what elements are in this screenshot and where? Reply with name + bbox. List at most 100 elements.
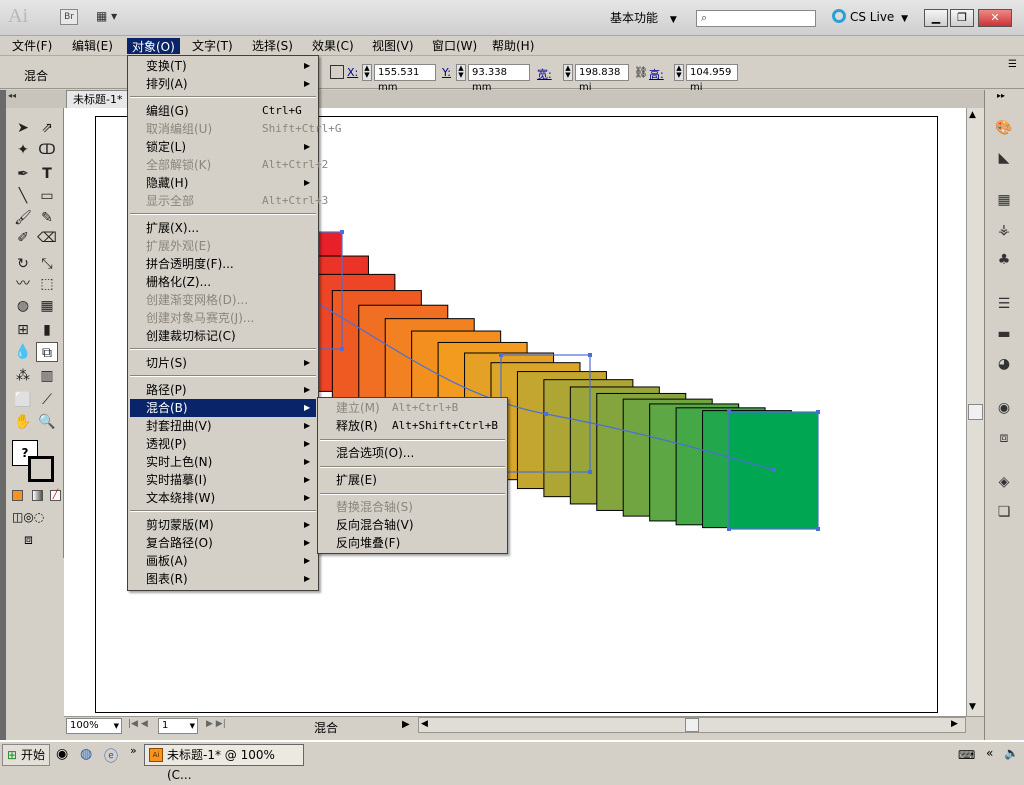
x-spinner[interactable]: ▲ ▼: [362, 64, 372, 81]
blend-menu-item[interactable]: 建立(M) Alt+Ctrl+B: [320, 399, 505, 417]
blend-menu-item[interactable]: 反向混合轴(V): [320, 516, 505, 534]
object-menu-item[interactable]: 图表(R) ▶: [130, 570, 316, 588]
panel-menu-icon[interactable]: ☰: [1008, 59, 1017, 70]
object-menu-item[interactable]: 栅格化(Z)...: [130, 273, 316, 291]
vertical-scroll-thumb[interactable]: [968, 404, 983, 420]
width-spinner[interactable]: ▲ ▼: [563, 64, 573, 81]
zoom-select[interactable]: 100% ▼: [66, 718, 122, 734]
width-field[interactable]: 198.838 mi: [575, 64, 629, 93]
spine-anchor-point[interactable]: [772, 468, 776, 472]
object-menu-item[interactable]: 编组(G) Ctrl+G: [130, 102, 316, 120]
spine-anchor-point[interactable]: [544, 412, 548, 416]
scale-tool-icon[interactable]: ⤡: [36, 254, 58, 274]
object-menu-item[interactable]: 全部解锁(K) Alt+Ctrl+2: [130, 156, 328, 174]
height-field[interactable]: 104.959 mi: [686, 64, 738, 93]
magic-wand-tool-icon[interactable]: ✦: [12, 140, 34, 160]
object-menu-item[interactable]: 扩展(X)...: [130, 219, 316, 237]
perspective-grid-tool-icon[interactable]: ▦: [36, 296, 58, 316]
document-tab[interactable]: 未标题-1*: [66, 90, 130, 108]
close-button[interactable]: ✕: [978, 9, 1012, 27]
keyboard-icon[interactable]: ⌨: [958, 748, 975, 762]
graphic-styles-icon[interactable]: ⧈: [993, 430, 1015, 448]
object-menu-item[interactable]: 取消编组(U) Shift+Ctrl+G: [130, 120, 341, 138]
transparency-panel-icon[interactable]: ◕: [993, 356, 1015, 374]
search-input[interactable]: ⌕: [696, 10, 816, 27]
reference-point-icon[interactable]: [330, 65, 344, 79]
blend-tool-icon[interactable]: ⧉: [36, 342, 58, 362]
qq-icon[interactable]: ◍: [80, 746, 92, 762]
tray-expand-icon[interactable]: «: [986, 746, 993, 760]
menu-help[interactable]: 帮助(H): [488, 38, 538, 54]
gradient-panel-icon[interactable]: ▬: [993, 326, 1015, 344]
collapse-panel-icon[interactable]: ◂◂: [8, 91, 16, 100]
object-menu-item[interactable]: 混合(B) ▶: [130, 399, 316, 417]
menu-select[interactable]: 选择(S): [248, 38, 297, 54]
horizontal-scrollbar[interactable]: ◀ ▶: [418, 717, 966, 733]
free-transform-tool-icon[interactable]: ⬚: [36, 274, 58, 294]
object-menu-item[interactable]: 切片(S) ▶: [130, 354, 316, 372]
appearance-panel-icon[interactable]: ◉: [993, 400, 1015, 418]
object-menu-item[interactable]: 路径(P) ▶: [130, 381, 316, 399]
object-menu-item[interactable]: 隐藏(H) ▶: [130, 174, 316, 192]
scroll-right-icon[interactable]: ▶: [951, 719, 958, 729]
menu-edit[interactable]: 编辑(E): [68, 38, 117, 54]
x-field[interactable]: 155.531 mm: [374, 64, 436, 93]
object-menu-item[interactable]: 拼合透明度(F)...: [130, 255, 316, 273]
height-spinner[interactable]: ▲ ▼: [674, 64, 684, 81]
none-mode-icon[interactable]: ╱: [50, 490, 61, 501]
last-page-icon[interactable]: ▶ ▶|: [206, 719, 226, 729]
menu-view[interactable]: 视图(V): [368, 38, 418, 54]
eraser-tool-icon[interactable]: ⌫: [36, 228, 58, 248]
type-tool-icon[interactable]: T: [36, 164, 58, 184]
start-button[interactable]: ⊞ 开始: [2, 744, 50, 766]
scroll-left-icon[interactable]: ◀: [421, 719, 428, 729]
eyedropper-tool-icon[interactable]: 💧: [12, 342, 34, 362]
swatches-panel-icon[interactable]: ▦: [993, 192, 1015, 210]
blend-menu-item[interactable]: 释放(R) Alt+Shift+Ctrl+B: [320, 417, 505, 435]
ie-icon[interactable]: ⓔ: [104, 746, 118, 766]
gradient-mode-icon[interactable]: [32, 490, 43, 501]
quick-launch-more-icon[interactable]: »: [130, 744, 137, 757]
gradient-tool-icon[interactable]: ▮: [36, 320, 58, 340]
link-icon[interactable]: ⛓: [634, 66, 648, 79]
object-menu-item[interactable]: 封套扭曲(V) ▶: [130, 417, 316, 435]
layers-panel-icon[interactable]: ◈: [993, 474, 1015, 492]
color-panel-icon[interactable]: 🎨: [993, 120, 1015, 138]
menu-type[interactable]: 文字(T): [188, 38, 237, 54]
artboard-number-select[interactable]: 1 ▼: [158, 718, 198, 734]
object-menu-item[interactable]: 透视(P) ▶: [130, 435, 316, 453]
y-spinner[interactable]: ▲ ▼: [456, 64, 466, 81]
selection-tool-icon[interactable]: ➤: [12, 118, 34, 138]
anchor-point[interactable]: [499, 353, 503, 357]
anchor-point[interactable]: [588, 470, 592, 474]
expand-panels-icon[interactable]: ▸▸: [997, 91, 1005, 100]
rotate-tool-icon[interactable]: ↻: [12, 254, 34, 274]
color-guide-icon[interactable]: ◣: [993, 150, 1015, 168]
workspace-switcher[interactable]: 基本功能 ▼: [610, 9, 677, 26]
direct-selection-tool-icon[interactable]: ⇗: [36, 118, 58, 138]
anchor-point[interactable]: [588, 353, 592, 357]
object-menu-item[interactable]: 创建裁切标记(C): [130, 327, 316, 345]
anchor-point[interactable]: [816, 527, 820, 531]
stroke-swatch[interactable]: [28, 456, 54, 482]
bridge-button[interactable]: Br: [60, 9, 78, 25]
blend-menu-item[interactable]: 替换混合轴(S): [320, 498, 505, 516]
y-field[interactable]: 93.338 mm: [468, 64, 530, 93]
warp-tool-icon[interactable]: 〰: [12, 274, 34, 294]
object-menu-item[interactable]: 画板(A) ▶: [130, 552, 316, 570]
mesh-tool-icon[interactable]: ⊞: [12, 320, 34, 340]
menu-object[interactable]: 对象(O): [127, 38, 180, 54]
taskbar-item-illustrator[interactable]: Ai 未标题-1* @ 100% (C...: [144, 744, 304, 782]
volume-icon[interactable]: 🔈: [1004, 746, 1019, 760]
anchor-point[interactable]: [727, 527, 731, 531]
blend-menu-item[interactable]: 反向堆叠(F): [320, 534, 505, 552]
symbol-sprayer-tool-icon[interactable]: ⁂: [12, 366, 34, 386]
minimize-button[interactable]: ▁: [924, 9, 948, 27]
vertical-scrollbar[interactable]: ▲ ▼: [966, 108, 984, 716]
paintbrush-tool-icon[interactable]: 🖌: [12, 208, 34, 228]
menu-window[interactable]: 窗口(W): [428, 38, 481, 54]
chrome-icon[interactable]: ◉: [56, 746, 68, 762]
blend-menu-item[interactable]: 扩展(E): [320, 471, 505, 489]
artboards-panel-icon[interactable]: ❏: [993, 504, 1015, 522]
shape-builder-tool-icon[interactable]: ◍: [12, 296, 34, 316]
